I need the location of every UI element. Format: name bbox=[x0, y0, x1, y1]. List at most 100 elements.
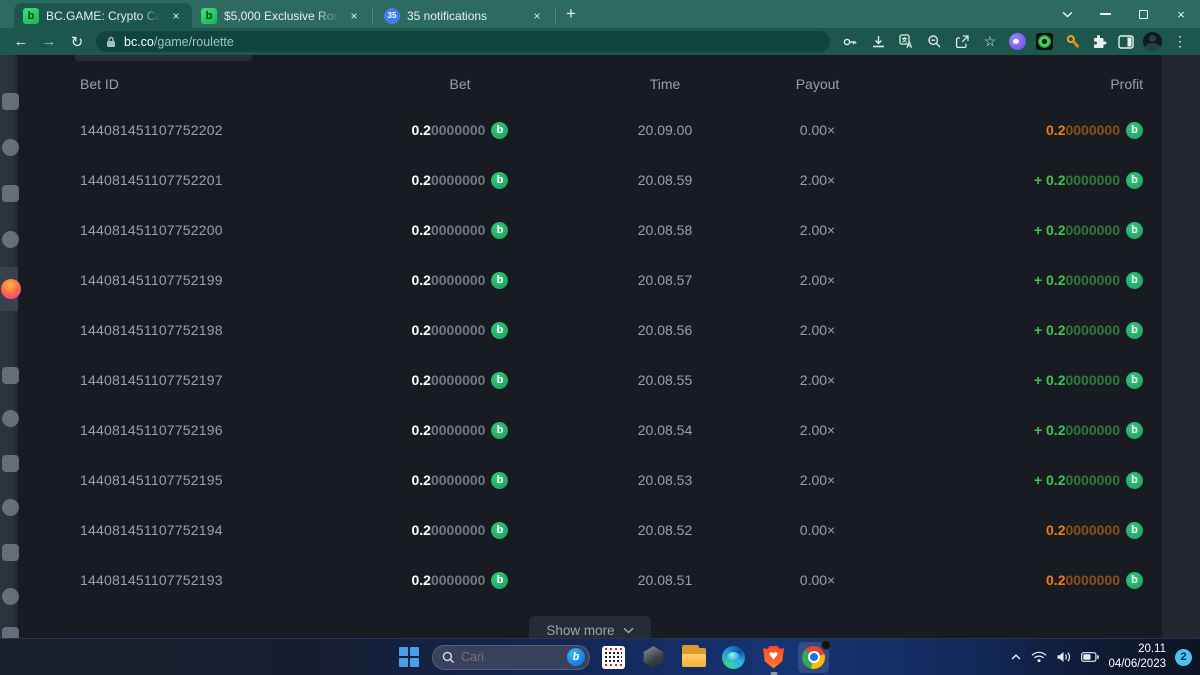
translate-icon[interactable] bbox=[894, 30, 918, 54]
sidebar-menu-icon[interactable] bbox=[2, 231, 19, 248]
share-icon[interactable] bbox=[950, 30, 974, 54]
payout-cell: 2.00× bbox=[770, 322, 865, 338]
taskbar-center: b bbox=[394, 639, 830, 675]
download-icon[interactable] bbox=[866, 30, 890, 54]
brave-browser-icon[interactable] bbox=[757, 641, 790, 674]
table-row[interactable]: 144081451107752194 0.20000000 b 20.08.52… bbox=[18, 505, 1162, 555]
sidebar-menu-icon[interactable] bbox=[2, 544, 19, 561]
extension-key-icon[interactable] bbox=[1060, 30, 1083, 53]
forward-icon[interactable]: → bbox=[36, 30, 62, 54]
bet-amount-cell: 0.20000000 b bbox=[360, 322, 560, 339]
bcd-coin-icon: b bbox=[1126, 422, 1143, 439]
bcgame-favicon: b bbox=[201, 8, 217, 24]
back-icon[interactable]: ← bbox=[8, 30, 34, 54]
sidebar-menu-icon[interactable] bbox=[2, 93, 19, 110]
edge-browser-icon[interactable] bbox=[717, 641, 750, 674]
volume-icon[interactable] bbox=[1056, 651, 1072, 663]
table-row[interactable]: 144081451107752200 0.20000000 b 20.08.58… bbox=[18, 205, 1162, 255]
browser-tab-3[interactable]: 35 35 notifications × bbox=[375, 3, 553, 28]
bcd-coin-icon: b bbox=[491, 522, 508, 539]
clock-date: 04/06/2023 bbox=[1108, 657, 1166, 672]
gem-app-icon[interactable] bbox=[637, 641, 670, 674]
bcd-coin-icon: b bbox=[491, 172, 508, 189]
address-bar[interactable]: bc.co/game/roulette bbox=[96, 31, 830, 52]
table-row[interactable]: 144081451107752195 0.20000000 b 20.08.53… bbox=[18, 455, 1162, 505]
time-cell: 20.08.53 bbox=[560, 472, 770, 488]
sidebar-menu-icon[interactable] bbox=[2, 185, 19, 202]
profit-cell: + 0.20000000 b bbox=[865, 222, 1143, 239]
sidebar-menu-icon[interactable] bbox=[2, 367, 19, 384]
table-row[interactable]: 144081451107752198 0.20000000 b 20.08.56… bbox=[18, 305, 1162, 355]
bet-id-cell: 144081451107752194 bbox=[80, 522, 360, 538]
taskbar-clock[interactable]: 20.11 04/06/2023 bbox=[1108, 642, 1166, 672]
browser-tab-1[interactable]: b BC.GAME: Crypto Casino Games × bbox=[14, 3, 192, 28]
profit-cell: 0.20000000 b bbox=[865, 522, 1143, 539]
bcd-coin-icon: b bbox=[1126, 472, 1143, 489]
bet-amount-cell: 0.20000000 b bbox=[360, 122, 560, 139]
zoom-icon[interactable] bbox=[922, 30, 946, 54]
sidebar-menu-icon[interactable] bbox=[2, 499, 19, 516]
sidebar-menu-icon[interactable] bbox=[2, 627, 19, 638]
bookmark-star-icon[interactable]: ☆ bbox=[978, 30, 1002, 54]
col-bet: Bet bbox=[360, 76, 560, 92]
profile-avatar[interactable] bbox=[1141, 30, 1164, 53]
notification-count-badge[interactable]: 2 bbox=[1175, 649, 1192, 666]
tray-chevron-up-icon[interactable] bbox=[1010, 653, 1022, 661]
payout-cell: 0.00× bbox=[770, 572, 865, 588]
sidebar-menu-icon[interactable] bbox=[2, 455, 19, 472]
sidebar-menu-icon[interactable] bbox=[2, 588, 19, 605]
maximize-button[interactable] bbox=[1124, 0, 1162, 28]
table-row[interactable]: 144081451107752197 0.20000000 b 20.08.55… bbox=[18, 355, 1162, 405]
chevron-down-icon bbox=[623, 627, 634, 634]
sidebar-menu-icon[interactable] bbox=[2, 410, 19, 427]
time-cell: 20.08.56 bbox=[560, 322, 770, 338]
tab-close-icon[interactable]: × bbox=[168, 8, 184, 24]
bet-amount-cell: 0.20000000 b bbox=[360, 222, 560, 239]
extension-purple-icon[interactable] bbox=[1006, 30, 1029, 53]
tab-close-icon[interactable]: × bbox=[346, 8, 362, 24]
extensions-puzzle-icon[interactable] bbox=[1087, 30, 1110, 53]
payout-cell: 2.00× bbox=[770, 472, 865, 488]
new-tab-button[interactable]: + bbox=[558, 1, 584, 27]
close-button[interactable]: × bbox=[1162, 0, 1200, 28]
windows-taskbar: b 20.11 04/06/2023 2 bbox=[0, 638, 1200, 675]
profit-cell: + 0.20000000 b bbox=[865, 322, 1143, 339]
bcd-coin-icon: b bbox=[1126, 172, 1143, 189]
url-host: bc.co bbox=[124, 35, 154, 49]
search-input[interactable] bbox=[461, 650, 561, 664]
browser-tab-2[interactable]: b $5,000 Exclusive Roulette Prestig × bbox=[192, 3, 370, 28]
payout-cell: 0.00× bbox=[770, 522, 865, 538]
wifi-icon[interactable] bbox=[1031, 651, 1047, 663]
tracker-app-icon[interactable] bbox=[597, 641, 630, 674]
table-row[interactable]: 144081451107752201 0.20000000 b 20.08.59… bbox=[18, 155, 1162, 205]
payout-cell: 2.00× bbox=[770, 172, 865, 188]
table-row[interactable]: 144081451107752196 0.20000000 b 20.08.54… bbox=[18, 405, 1162, 455]
show-more-button[interactable]: Show more bbox=[529, 616, 651, 638]
chrome-browser-icon[interactable] bbox=[797, 641, 830, 674]
sidebar-menu-icon[interactable] bbox=[2, 139, 19, 156]
table-row[interactable]: 144081451107752199 0.20000000 b 20.08.57… bbox=[18, 255, 1162, 305]
tab-search-icon[interactable] bbox=[1048, 0, 1086, 28]
taskbar-search[interactable]: b bbox=[432, 645, 590, 670]
file-explorer-icon[interactable] bbox=[677, 641, 710, 674]
reload-icon[interactable]: ↻ bbox=[64, 30, 90, 54]
start-button-icon[interactable] bbox=[399, 647, 420, 668]
side-panel-icon[interactable] bbox=[1114, 30, 1137, 53]
profit-cell: 0.20000000 b bbox=[865, 122, 1143, 139]
col-bet-id: Bet ID bbox=[80, 76, 360, 92]
tab-title: BC.GAME: Crypto Casino Games bbox=[46, 9, 161, 23]
browser-menu-kebab-icon[interactable]: ⋮ bbox=[1168, 30, 1192, 54]
bcd-coin-icon: b bbox=[491, 472, 508, 489]
minimize-button[interactable] bbox=[1086, 0, 1124, 28]
extension-gear-icon[interactable] bbox=[1033, 30, 1056, 53]
bcd-coin-icon: b bbox=[491, 122, 508, 139]
password-key-icon[interactable] bbox=[838, 30, 862, 54]
scrollbar-track[interactable] bbox=[1162, 55, 1200, 638]
table-row[interactable]: 144081451107752202 0.20000000 b 20.09.00… bbox=[18, 105, 1162, 155]
table-row[interactable]: 144081451107752193 0.20000000 b 20.08.51… bbox=[18, 555, 1162, 605]
profit-cell: + 0.20000000 b bbox=[865, 172, 1143, 189]
screen: b BC.GAME: Crypto Casino Games × b $5,00… bbox=[0, 0, 1200, 675]
clock-time: 20.11 bbox=[1108, 642, 1166, 657]
battery-icon[interactable] bbox=[1081, 652, 1099, 662]
tab-close-icon[interactable]: × bbox=[529, 8, 545, 24]
